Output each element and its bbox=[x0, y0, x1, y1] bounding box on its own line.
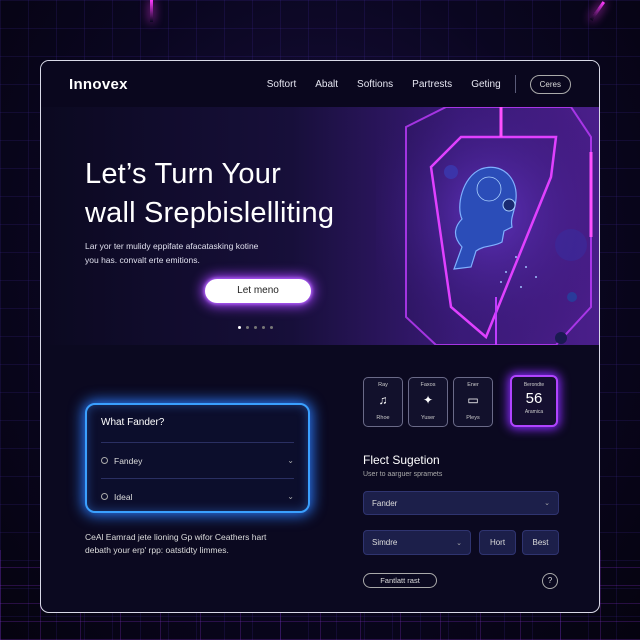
nav-link-geting[interactable]: Geting bbox=[471, 79, 500, 90]
feature-card-label: Yuser bbox=[420, 415, 436, 421]
top-nav: Innovex Softort Abalt Softions Partrests… bbox=[41, 61, 599, 107]
faq-item[interactable]: Fandey ⌄ bbox=[101, 442, 294, 478]
nav-button[interactable]: Ceres bbox=[529, 74, 571, 94]
nav-link-softions[interactable]: Softions bbox=[357, 79, 393, 90]
pill-button[interactable]: Fantlatt rast bbox=[363, 573, 437, 588]
nav-link-partrests[interactable]: Partrests bbox=[412, 79, 452, 90]
nav-link-softort[interactable]: Softort bbox=[267, 79, 296, 90]
feature-card-top: Ray bbox=[378, 382, 388, 388]
hero-title-line2: wall Srepbislelliting bbox=[85, 197, 335, 229]
faq-panel: What Fander? Fandey ⌄ Ideal ⌄ bbox=[85, 403, 310, 513]
hero-section: Let’s Turn Your wall Srepbislelliting La… bbox=[41, 107, 599, 345]
radio-icon bbox=[101, 493, 108, 500]
bus-icon: ▭ bbox=[467, 393, 479, 407]
logo[interactable]: Innovex bbox=[69, 76, 128, 93]
feature-card[interactable]: Ener ▭ Pleys bbox=[453, 377, 493, 427]
neon-beam bbox=[150, 0, 153, 22]
stat-card-label: Aramica bbox=[524, 409, 544, 415]
hero-desc-line2: you has. convalt erte emitions. bbox=[85, 255, 200, 265]
chevron-down-icon: ⌄ bbox=[287, 492, 294, 501]
hero-title: Let’s Turn Your wall Srepbislelliting bbox=[85, 155, 334, 233]
runner-icon: ✦ bbox=[422, 393, 434, 407]
feature-card-label: Pleys bbox=[466, 415, 480, 421]
lower-description: CeAl Eamrad jete lioning Gp wifor Ceathe… bbox=[85, 531, 325, 557]
nav-divider bbox=[514, 75, 516, 93]
chevron-down-icon: ⌄ bbox=[544, 500, 550, 507]
feature-card[interactable]: Ray ♫ Rhoe bbox=[363, 377, 403, 427]
faq-title: What Fander? bbox=[101, 417, 165, 428]
suggestion-title: Flect Sugetion bbox=[363, 453, 440, 467]
stat-card[interactable]: Berondte 56 Aramica bbox=[510, 375, 558, 427]
feature-card[interactable]: Faxos ✦ Yuser bbox=[408, 377, 448, 427]
suggestion-subtitle: User to aarguer spramets bbox=[363, 471, 443, 478]
nav-links: Softort Abalt Softions Partrests Geting bbox=[267, 79, 501, 90]
stat-card-top: Berondte bbox=[523, 382, 545, 388]
suggestion-select-2[interactable]: Simdre ⌄ bbox=[363, 530, 471, 555]
radio-icon bbox=[101, 457, 108, 464]
suggestion-select-1[interactable]: Fander ⌄ bbox=[363, 491, 559, 515]
hero-title-line1: Let’s Turn Your bbox=[85, 158, 281, 190]
stat-value: 56 bbox=[525, 390, 543, 407]
ai-head-illustration bbox=[376, 107, 599, 345]
select-value: Fander bbox=[372, 498, 398, 508]
chevron-down-icon: ⌄ bbox=[287, 456, 294, 465]
lower-desc-line2: debath your erp' rpp: oatstidty limmes. bbox=[85, 545, 229, 555]
nav-link-abalt[interactable]: Abalt bbox=[315, 79, 338, 90]
faq-item[interactable]: Ideal ⌄ bbox=[101, 478, 294, 514]
hero-carousel-dots[interactable] bbox=[238, 326, 273, 329]
help-icon[interactable]: ? bbox=[542, 573, 558, 589]
hero-description: Lar yor ter mulidy eppifate afacatasking… bbox=[85, 239, 325, 267]
browser-window: Innovex Softort Abalt Softions Partrests… bbox=[40, 60, 600, 613]
cta-button[interactable]: Let meno bbox=[205, 279, 311, 303]
feature-card-top: Faxos bbox=[420, 382, 436, 388]
feature-icon-cards: Ray ♫ Rhoe Faxos ✦ Yuser Ener ▭ Pleys bbox=[363, 377, 493, 427]
hero-desc-line1: Lar yor ter mulidy eppifate afacatasking… bbox=[85, 241, 259, 251]
feature-card-top: Ener bbox=[467, 382, 479, 388]
next-button[interactable]: Hort bbox=[479, 530, 516, 555]
chevron-down-icon: ⌄ bbox=[456, 539, 462, 547]
faq-item-label: Ideal bbox=[114, 491, 133, 502]
best-button[interactable]: Best bbox=[522, 530, 559, 555]
faq-item-label: Fandey bbox=[114, 455, 143, 466]
feature-card-label: Rhoe bbox=[376, 415, 390, 421]
select-value: Simdre bbox=[372, 538, 398, 547]
headphones-icon: ♫ bbox=[378, 393, 388, 407]
lower-desc-line1: CeAl Eamrad jete lioning Gp wifor Ceathe… bbox=[85, 532, 267, 542]
